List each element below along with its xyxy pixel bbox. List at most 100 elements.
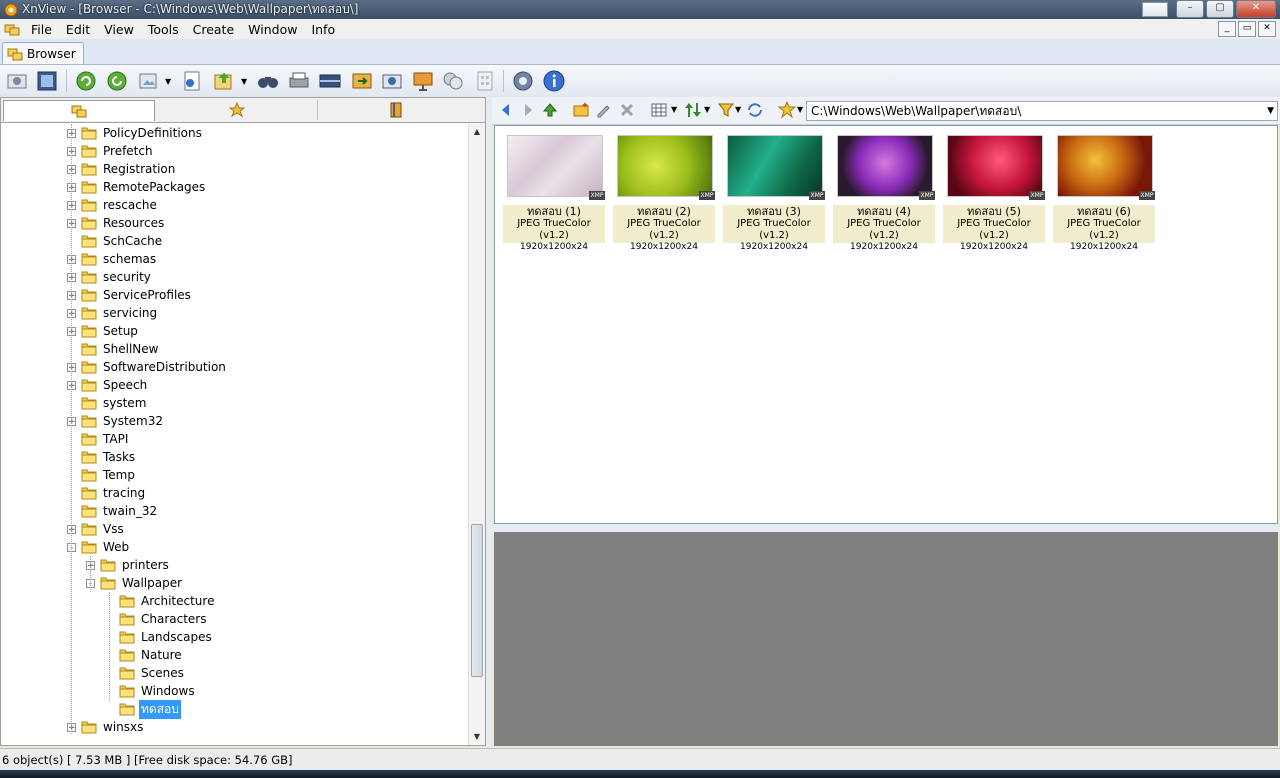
fullscreen-icon[interactable] xyxy=(35,69,59,93)
tree-item[interactable]: + winsxs xyxy=(67,718,145,736)
sync-icon[interactable] xyxy=(746,101,764,119)
print-icon[interactable] xyxy=(287,69,311,93)
slideshow-dropdown-icon[interactable]: ▼ xyxy=(165,77,171,86)
thumbnail-image[interactable] xyxy=(837,135,933,197)
address-path-input[interactable]: C:\Windows\Web\Wallpaper\ทดสอบ\ ▼ xyxy=(806,101,1278,121)
sort-dropdown-icon[interactable]: ▼ xyxy=(704,105,710,114)
reload-icon[interactable] xyxy=(105,69,129,93)
tree-item[interactable]: twain_32 xyxy=(67,502,159,520)
tree-item[interactable]: Temp xyxy=(67,466,137,484)
scroll-up-arrow-icon[interactable]: ▲ xyxy=(469,124,485,140)
tree-item[interactable]: system xyxy=(67,394,148,412)
menu-tools[interactable]: Tools xyxy=(141,22,186,37)
tree-item[interactable]: + security xyxy=(67,268,153,286)
back-arrow-icon[interactable] xyxy=(497,101,515,119)
menu-file[interactable]: File xyxy=(24,22,59,37)
minimize-button[interactable]: – xyxy=(1176,0,1204,18)
tree-item[interactable]: ทดสอบ xyxy=(105,699,181,719)
menu-create[interactable]: Create xyxy=(186,22,242,37)
menu-info[interactable]: Info xyxy=(304,22,342,37)
scan-icon[interactable] xyxy=(318,69,342,93)
view-mode-grid-icon[interactable] xyxy=(650,101,668,119)
view-mode-dropdown-icon[interactable]: ▼ xyxy=(671,105,677,114)
favorites-star-icon[interactable] xyxy=(778,101,796,119)
close-button[interactable]: ✕ xyxy=(1236,0,1276,18)
tree-item[interactable]: + Setup xyxy=(67,322,140,340)
scrollbar-thumb[interactable] xyxy=(471,524,483,677)
vertical-splitter[interactable] xyxy=(486,97,492,746)
binoculars-search-icon[interactable] xyxy=(256,69,280,93)
thumbnail-image[interactable] xyxy=(507,135,603,197)
properties-icon[interactable] xyxy=(180,69,204,93)
tree-item[interactable]: + Vss xyxy=(67,520,126,538)
compare-icon[interactable] xyxy=(441,69,465,93)
new-folder-icon[interactable] xyxy=(572,101,590,119)
mdi-restore-button[interactable]: ▭ xyxy=(1238,21,1256,37)
tree-item[interactable]: + System32 xyxy=(67,412,165,430)
convert-icon[interactable] xyxy=(350,69,374,93)
tree-item[interactable]: + Registration xyxy=(67,160,177,178)
thumbnail-image[interactable] xyxy=(727,135,823,197)
menu-edit[interactable]: Edit xyxy=(59,22,97,37)
delete-icon[interactable] xyxy=(618,101,636,119)
slideshow-icon[interactable] xyxy=(137,69,161,93)
sort-icon[interactable] xyxy=(684,101,702,119)
tree-item[interactable]: + SoftwareDistribution xyxy=(67,358,228,376)
tree-item[interactable]: Windows xyxy=(105,682,197,700)
tab-folders[interactable] xyxy=(3,100,155,121)
settings-gear-icon[interactable] xyxy=(511,69,535,93)
tree-item[interactable]: Nature xyxy=(105,646,184,664)
tree-item[interactable]: + servicing xyxy=(67,304,159,322)
thumbnail-image[interactable] xyxy=(617,135,713,197)
maximize-button[interactable]: ▢ xyxy=(1206,0,1234,18)
tree-item[interactable]: Architecture xyxy=(105,592,216,610)
tree-item[interactable]: + ServiceProfiles xyxy=(67,286,193,304)
export-dropdown-icon[interactable]: ▼ xyxy=(241,77,247,86)
menu-view[interactable]: View xyxy=(97,22,141,37)
scroll-down-arrow-icon[interactable]: ▼ xyxy=(469,729,485,745)
refresh-icon[interactable] xyxy=(74,69,98,93)
tab-categories[interactable] xyxy=(321,100,471,120)
tree-item[interactable]: Landscapes xyxy=(105,628,214,646)
restore-window-shape[interactable] xyxy=(1142,2,1168,17)
mdi-minimize-button[interactable]: _ xyxy=(1218,21,1236,37)
tree-item[interactable]: + PolicyDefinitions xyxy=(67,124,204,142)
browser-doc-icon[interactable] xyxy=(4,22,20,36)
tree-item[interactable]: + Speech xyxy=(67,376,149,394)
contact-sheet-icon[interactable] xyxy=(473,69,497,93)
tree-item[interactable]: + Prefetch xyxy=(67,142,155,160)
rename-icon[interactable] xyxy=(595,101,613,119)
tree-item[interactable]: + schemas xyxy=(67,250,158,268)
tree-item[interactable]: TAPI xyxy=(67,430,130,448)
mdi-close-button[interactable]: ✕ xyxy=(1258,21,1276,37)
open-browser-icon[interactable] xyxy=(5,69,29,93)
tree-item[interactable]: Scenes xyxy=(105,664,186,682)
filter-funnel-icon[interactable] xyxy=(717,101,735,119)
parent-folder-icon[interactable] xyxy=(541,101,559,119)
tree-item[interactable]: - Wallpaper xyxy=(86,574,184,592)
tree-item[interactable]: ShellNew xyxy=(67,340,160,358)
xnview-app-icon[interactable] xyxy=(4,3,18,17)
export-icon[interactable] xyxy=(212,69,236,93)
folder-tree-scrollbar[interactable]: ▲ ▼ xyxy=(468,124,485,745)
tab-browser[interactable]: Browser xyxy=(2,42,84,64)
favorites-dropdown-icon[interactable]: ▼ xyxy=(797,105,803,114)
menu-window[interactable]: Window xyxy=(241,22,304,37)
info-icon[interactable] xyxy=(542,69,566,93)
slideshow-screen-icon[interactable] xyxy=(411,69,435,93)
tree-item[interactable]: tracing xyxy=(67,484,147,502)
tree-item[interactable]: + printers xyxy=(86,556,171,574)
tree-item[interactable]: Tasks xyxy=(67,448,137,466)
address-dropdown-icon[interactable]: ▼ xyxy=(1267,102,1274,120)
capture-icon[interactable] xyxy=(380,69,404,93)
horizontal-splitter[interactable] xyxy=(492,524,1280,532)
thumbnail-image[interactable] xyxy=(947,135,1043,197)
tree-item[interactable]: + RemotePackages xyxy=(67,178,207,196)
thumbnail-image[interactable] xyxy=(1057,135,1153,197)
tree-item[interactable]: Characters xyxy=(105,610,209,628)
tree-item[interactable]: - Web xyxy=(67,538,131,556)
tree-item[interactable]: SchCache xyxy=(67,232,164,250)
filter-dropdown-icon[interactable]: ▼ xyxy=(735,105,741,114)
tab-favorites[interactable] xyxy=(157,100,318,120)
tree-item[interactable]: + rescache xyxy=(67,196,159,214)
